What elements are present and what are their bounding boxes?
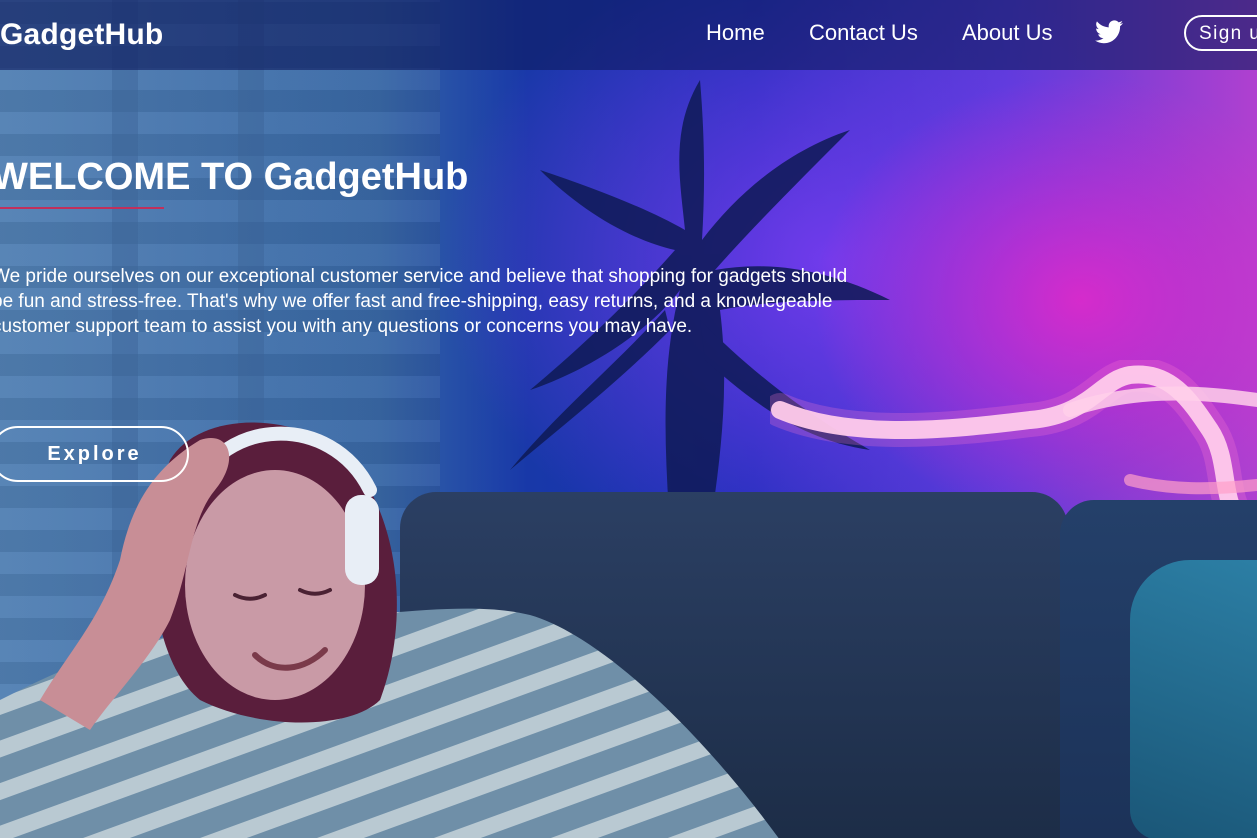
nav-contact-link[interactable]: Contact Us [809, 20, 918, 46]
explore-button[interactable]: Explore [0, 426, 189, 482]
hero-title: WELCOME TO GadgetHub [0, 156, 469, 198]
site-logo[interactable]: GadgetHub [0, 18, 163, 52]
title-underline [0, 207, 164, 209]
blanket [1130, 560, 1257, 838]
twitter-icon[interactable] [1095, 20, 1123, 44]
hero-description: We pride ourselves on our exceptional cu… [0, 266, 848, 337]
nav-about-link[interactable]: About Us [962, 20, 1053, 46]
hero-background-image [0, 0, 1257, 838]
signup-button[interactable]: Sign up [1184, 15, 1257, 51]
site-header: GadgetHub Home Contact Us About Us Sign … [0, 0, 1257, 70]
nav-home-link[interactable]: Home [706, 20, 765, 46]
